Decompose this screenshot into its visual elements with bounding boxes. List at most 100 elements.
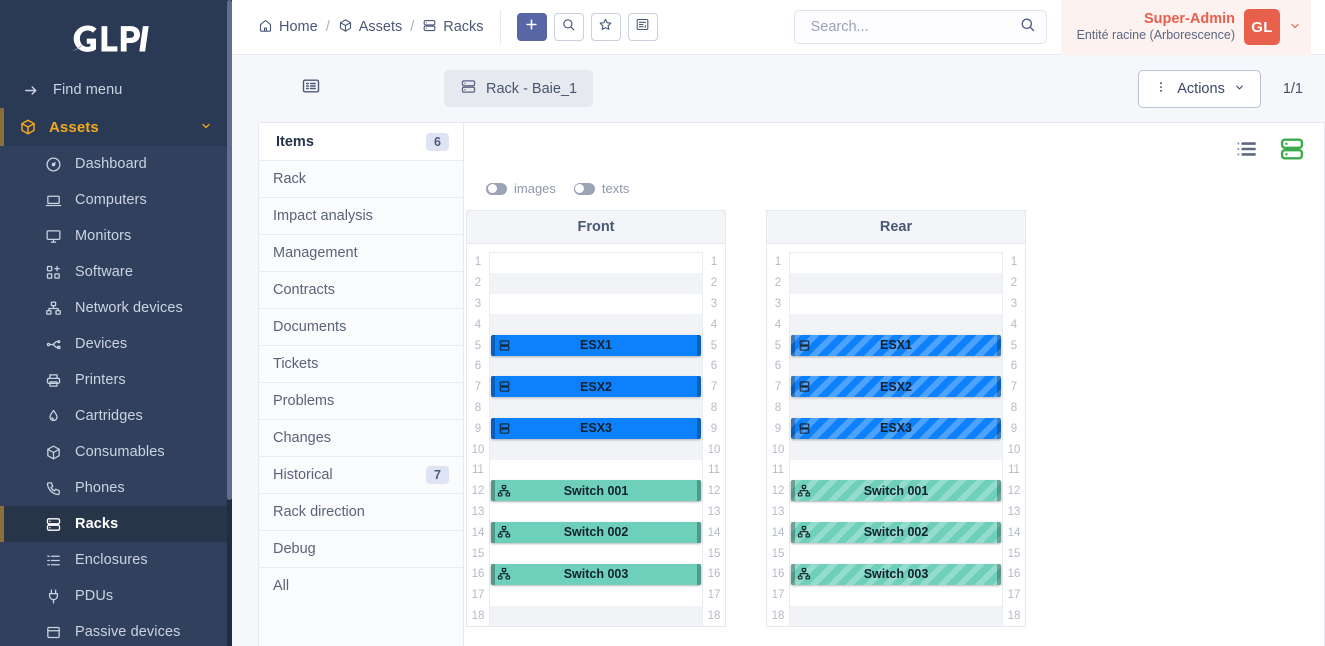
search-input[interactable]	[808, 18, 1019, 36]
glpi-logo[interactable]	[0, 0, 232, 72]
rack-unit-slot[interactable]	[789, 397, 1003, 419]
sidebar-find-menu[interactable]: Find menu	[0, 72, 232, 108]
rack-unit-slot[interactable]	[489, 293, 703, 315]
list-view-button[interactable]	[1234, 136, 1260, 167]
menu-item-problems[interactable]: Problems	[259, 382, 463, 419]
sidebar-item-network-devices[interactable]: Network devices	[0, 290, 232, 326]
rack-unit-row[interactable]: 11	[467, 252, 725, 273]
sidebar-item-software[interactable]: Software	[0, 254, 232, 290]
rack-unit-row[interactable]: 44	[767, 314, 1025, 336]
avatar[interactable]: GL	[1244, 9, 1280, 45]
menu-item-historical[interactable]: Historical 7	[259, 456, 463, 493]
rack-unit-slot[interactable]	[789, 605, 1003, 627]
rack-unit-row[interactable]: 66	[767, 355, 1025, 377]
rack-unit-row[interactable]: 88	[767, 397, 1025, 419]
rack-device[interactable]: ESX2	[791, 376, 1001, 398]
rack-device[interactable]: ESX3	[491, 417, 701, 440]
toggle-texts[interactable]: texts	[573, 181, 629, 196]
rack-unit-row[interactable]: 11 11	[767, 459, 1025, 481]
rack-unit-slot[interactable]	[789, 584, 1003, 606]
rack-unit-row[interactable]: 10 10	[467, 439, 725, 460]
rack-grid-front[interactable]: 1 1 2 2 3 3 4 4 5 5 6 6 7 7 8 8 9 9 10 10 11 11 12 12 13 13 14 14 15…	[466, 243, 726, 628]
rack-unit-slot[interactable]	[789, 293, 1003, 315]
search-icon[interactable]	[1019, 16, 1036, 38]
rack-unit-slot[interactable]	[489, 355, 703, 377]
menu-item-all[interactable]: All	[259, 567, 463, 604]
rack-unit-row[interactable]: 88	[467, 397, 725, 419]
sidebar-item-monitors[interactable]: Monitors	[0, 218, 232, 254]
rack-unit-row[interactable]: 22	[467, 272, 725, 294]
menu-item-debug[interactable]: Debug	[259, 530, 463, 567]
favorite-button[interactable]	[590, 13, 621, 41]
rack-unit-row[interactable]: 11	[767, 252, 1025, 273]
rack-unit-slot[interactable]	[489, 439, 703, 460]
rack-unit-slot[interactable]	[489, 605, 703, 627]
user-menu[interactable]: Super-Admin Entité racine (Arborescence)…	[1060, 0, 1311, 55]
rack-unit-slot[interactable]	[489, 252, 703, 273]
sidebar-item-consumables[interactable]: Consumables	[0, 434, 232, 470]
actions-button[interactable]: Actions	[1138, 69, 1261, 108]
menu-item-documents[interactable]: Documents	[259, 308, 463, 345]
sidebar-item-racks[interactable]: Racks	[0, 506, 232, 542]
global-search[interactable]	[793, 10, 1047, 44]
breadcrumb-item-home[interactable]: Home	[258, 18, 318, 37]
rack-unit-slot[interactable]	[789, 272, 1003, 294]
rack-device[interactable]: Switch 002	[791, 521, 1001, 544]
rack-unit-slot[interactable]	[789, 314, 1003, 336]
search-button[interactable]	[553, 13, 584, 41]
list-panel-toggle-button[interactable]	[296, 75, 326, 103]
sidebar-item-dashboard[interactable]: Dashboard	[0, 146, 232, 182]
sidebar-item-cartridges[interactable]: Cartridges	[0, 398, 232, 434]
toggle-images-switch[interactable]	[486, 182, 507, 195]
toggle-texts-switch[interactable]	[573, 182, 595, 195]
saved-searches-button[interactable]	[627, 13, 658, 41]
rack-device[interactable]: Switch 003	[791, 563, 1001, 585]
sidebar-item-pdus[interactable]: PDUs	[0, 578, 232, 614]
sidebar-item-computers[interactable]: Computers	[0, 182, 232, 218]
rack-device[interactable]: ESX2	[491, 376, 701, 398]
sidebar-item-devices[interactable]: Devices	[0, 326, 232, 362]
rack-device[interactable]: Switch 003	[491, 563, 701, 585]
rack-unit-row[interactable]: 33	[767, 293, 1025, 315]
rack-unit-row[interactable]: 13 13	[767, 501, 1025, 523]
toggle-images[interactable]: images	[486, 181, 556, 196]
add-button[interactable]	[516, 13, 547, 41]
rack-unit-row[interactable]: 22	[767, 272, 1025, 294]
rack-device[interactable]: ESX3	[791, 417, 1001, 440]
rack-unit-slot[interactable]	[489, 584, 703, 606]
rack-device[interactable]: ESX1	[491, 334, 701, 356]
rack-unit-row[interactable]: 15 15	[767, 543, 1025, 564]
rack-unit-row[interactable]: 33	[467, 293, 725, 315]
rack-view-button[interactable]	[1278, 135, 1306, 168]
menu-item-changes[interactable]: Changes	[259, 419, 463, 456]
rack-unit-slot[interactable]	[489, 397, 703, 419]
sidebar-item-enclosures[interactable]: Enclosures	[0, 542, 232, 578]
menu-item-impact-analysis[interactable]: Impact analysis	[259, 197, 463, 234]
menu-item-rack-direction[interactable]: Rack direction	[259, 493, 463, 530]
menu-item-management[interactable]: Management	[259, 234, 463, 271]
rack-unit-slot[interactable]	[489, 459, 703, 481]
rack-unit-row[interactable]: 66	[467, 355, 725, 377]
sidebar-item-printers[interactable]: Printers	[0, 362, 232, 398]
rack-unit-row[interactable]: 17 17	[467, 584, 725, 606]
rack-device[interactable]: Switch 001	[791, 480, 1001, 502]
rack-unit-row[interactable]: 10 10	[767, 439, 1025, 460]
rack-unit-slot[interactable]	[789, 252, 1003, 273]
rack-unit-slot[interactable]	[789, 439, 1003, 460]
rack-unit-slot[interactable]	[489, 314, 703, 336]
rack-unit-row[interactable]: 17 17	[767, 584, 1025, 606]
rack-unit-row[interactable]: 15 15	[467, 543, 725, 564]
tab-rack-baie-1[interactable]: Rack - Baie_1	[444, 70, 594, 107]
sidebar-item-passive-devices[interactable]: Passive devices	[0, 614, 232, 646]
rack-unit-row[interactable]: 18 18	[767, 605, 1025, 627]
rack-unit-row[interactable]: 18 18	[467, 605, 725, 627]
rack-unit-row[interactable]: 44	[467, 314, 725, 336]
rack-device[interactable]: ESX1	[791, 334, 1001, 356]
rack-grid-rear[interactable]: 1 1 2 2 3 3 4 4 5 5 6 6 7 7 8 8 9 9 10 10 11 11 12 12 13 13 14 14 15…	[766, 243, 1026, 628]
rack-unit-slot[interactable]	[489, 543, 703, 564]
rack-unit-row[interactable]: 13 13	[467, 501, 725, 523]
rack-unit-slot[interactable]	[489, 501, 703, 523]
breadcrumb-item-assets[interactable]: Assets	[338, 18, 402, 37]
rack-unit-slot[interactable]	[789, 355, 1003, 377]
chevron-down-icon[interactable]	[1289, 20, 1301, 35]
